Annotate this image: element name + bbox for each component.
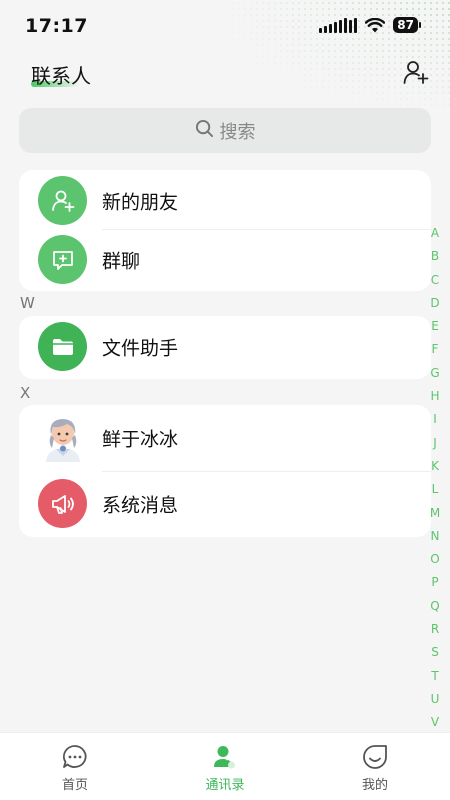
wifi-icon: [365, 17, 386, 33]
tab-mine[interactable]: 我的: [300, 733, 450, 800]
index-letter[interactable]: N: [431, 525, 440, 548]
index-letter[interactable]: I: [433, 408, 437, 431]
index-letter[interactable]: C: [431, 269, 439, 292]
new-friend-item[interactable]: 新的朋友: [19, 170, 431, 232]
index-letter[interactable]: K: [431, 455, 439, 478]
chat-bubble-icon: [61, 743, 89, 771]
index-letter[interactable]: U: [431, 688, 440, 711]
section-letter-w: W: [20, 294, 35, 312]
section-w-card: 文件助手: [19, 316, 431, 379]
status-icons: 87: [319, 17, 421, 33]
alphabet-index-bar[interactable]: ABCDEFGHIJKLMNOPQRSTUV: [428, 222, 442, 735]
page-header: 联系人: [0, 52, 450, 102]
index-letter[interactable]: J: [433, 432, 437, 455]
tab-mine-label: 我的: [361, 778, 388, 793]
tab-contacts[interactable]: 通讯录: [150, 733, 300, 800]
contact-system-message[interactable]: 系统消息: [19, 473, 431, 535]
tab-contacts-label: 通讯录: [205, 778, 245, 793]
search-icon: [195, 119, 214, 143]
divider: [102, 471, 431, 472]
function-card: 新的朋友 群聊: [19, 170, 431, 291]
section-x-card: 鲜于冰冰 系统消息: [19, 405, 431, 537]
index-letter[interactable]: L: [432, 478, 439, 501]
signal-icon: [319, 17, 358, 33]
index-letter[interactable]: T: [431, 665, 438, 688]
tab-home[interactable]: 首页: [0, 733, 150, 800]
section-letter-x: X: [20, 384, 31, 402]
index-letter[interactable]: P: [431, 571, 438, 594]
index-letter[interactable]: B: [431, 245, 439, 268]
index-letter[interactable]: Q: [430, 595, 439, 618]
battery-indicator: 87: [393, 17, 421, 33]
new-friend-icon: [38, 176, 87, 225]
search-input[interactable]: 搜索: [19, 108, 431, 153]
index-letter[interactable]: D: [430, 292, 439, 315]
contact-label: 鲜于冰冰: [102, 428, 179, 451]
group-chat-icon: [38, 235, 87, 284]
add-friend-icon[interactable]: [402, 58, 430, 86]
page-title: 联系人: [31, 64, 91, 88]
index-letter[interactable]: S: [431, 641, 439, 664]
index-letter[interactable]: M: [430, 502, 440, 525]
contact-xianyu-bingbing[interactable]: 鲜于冰冰: [19, 407, 431, 469]
title-wrap: 联系人: [31, 60, 91, 89]
avatar: [38, 413, 87, 462]
group-chat-label: 群聊: [102, 250, 141, 273]
megaphone-icon: [38, 479, 87, 528]
search-placeholder: 搜索: [219, 121, 256, 143]
contact-file-assistant[interactable]: 文件助手: [19, 316, 431, 378]
status-time: 17:17: [25, 15, 88, 37]
index-letter[interactable]: E: [431, 315, 439, 338]
new-friend-label: 新的朋友: [102, 191, 179, 214]
index-letter[interactable]: F: [432, 338, 439, 361]
folder-icon: [38, 322, 87, 371]
contacts-icon: [211, 743, 239, 771]
status-bar: 17:17 87: [0, 0, 450, 52]
index-letter[interactable]: G: [430, 362, 439, 385]
smile-icon: [361, 743, 389, 771]
group-chat-item[interactable]: 群聊: [19, 229, 431, 291]
index-letter[interactable]: A: [431, 222, 439, 245]
bottom-tab-bar: 首页 通讯录 我的: [0, 732, 450, 800]
index-letter[interactable]: H: [430, 385, 439, 408]
contact-label: 文件助手: [102, 337, 179, 360]
index-letter[interactable]: O: [430, 548, 439, 571]
contact-label: 系统消息: [102, 494, 179, 517]
index-letter[interactable]: R: [431, 618, 439, 641]
tab-home-label: 首页: [61, 778, 88, 793]
